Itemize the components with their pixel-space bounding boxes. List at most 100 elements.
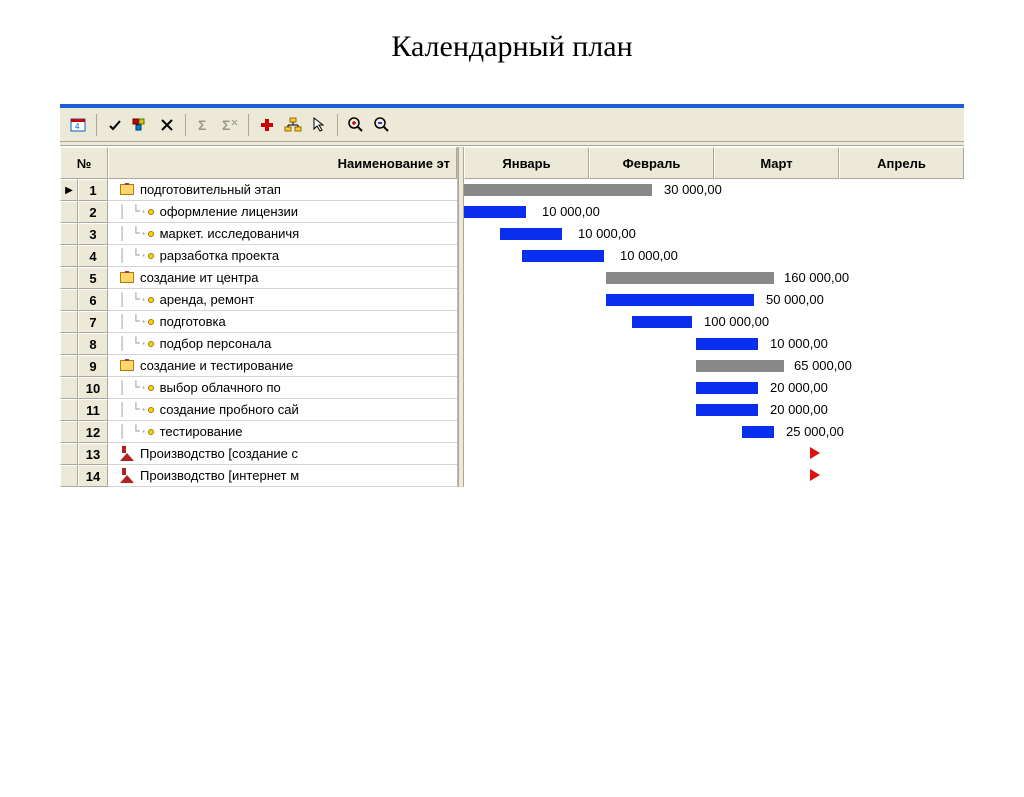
gantt-bar[interactable]: [696, 382, 758, 394]
row-selector[interactable]: ▶: [60, 179, 78, 201]
table-row[interactable]: ▶1подготовительный этап: [60, 179, 457, 201]
row-number: 2: [78, 201, 108, 223]
gantt-bar[interactable]: [606, 272, 774, 284]
table-row[interactable]: 6│└·аренда, ремонт: [60, 289, 457, 311]
check-button[interactable]: [103, 113, 127, 137]
table-row[interactable]: 14Производство [интернет м: [60, 465, 457, 487]
gantt-cost-label: 25 000,00: [786, 424, 844, 439]
calendar-button[interactable]: 4: [66, 113, 90, 137]
gantt-bar[interactable]: [606, 294, 754, 306]
gantt-row[interactable]: 50 000,00: [464, 289, 964, 311]
header-name[interactable]: Наименование эт: [108, 147, 457, 179]
gantt-row[interactable]: [464, 465, 964, 487]
zoom-in-button[interactable]: [344, 113, 368, 137]
task-dot-icon: [148, 319, 154, 325]
row-selector[interactable]: [60, 465, 78, 487]
gantt-row[interactable]: 20 000,00: [464, 377, 964, 399]
row-selector[interactable]: [60, 399, 78, 421]
row-name-cell[interactable]: │└·создание пробного сай: [108, 399, 457, 421]
month-header[interactable]: Февраль: [589, 147, 714, 179]
table-row[interactable]: 8│└·подбор персонала: [60, 333, 457, 355]
table-row[interactable]: 12│└·тестирование: [60, 421, 457, 443]
gantt-row[interactable]: 10 000,00: [464, 223, 964, 245]
row-name-cell[interactable]: Производство [интернет м: [108, 465, 457, 487]
gantt-bar[interactable]: [464, 206, 526, 218]
sum-remove-button[interactable]: Σ: [218, 113, 242, 137]
row-selector[interactable]: [60, 443, 78, 465]
table-row[interactable]: 11│└·создание пробного сай: [60, 399, 457, 421]
row-name-cell[interactable]: │└·подбор персонала: [108, 333, 457, 355]
gantt-bar[interactable]: [464, 184, 652, 196]
table-row[interactable]: 10│└·выбор облачного по: [60, 377, 457, 399]
gantt-row[interactable]: [464, 443, 964, 465]
table-row[interactable]: 4│└·рарзаботка проекта: [60, 245, 457, 267]
row-name-cell[interactable]: │└·оформление лицензии: [108, 201, 457, 223]
task-dot-icon: [148, 407, 154, 413]
row-number: 9: [78, 355, 108, 377]
gantt-bar[interactable]: [742, 426, 774, 438]
row-selector[interactable]: [60, 201, 78, 223]
add-button[interactable]: [255, 113, 279, 137]
gantt-row[interactable]: 160 000,00: [464, 267, 964, 289]
gantt-cost-label: 20 000,00: [770, 380, 828, 395]
table-row[interactable]: 13Производство [создание с: [60, 443, 457, 465]
table-row[interactable]: 7│└·подготовка: [60, 311, 457, 333]
table-row[interactable]: 5создание ит центра: [60, 267, 457, 289]
row-selector[interactable]: [60, 333, 78, 355]
row-name-cell[interactable]: │└·выбор облачного по: [108, 377, 457, 399]
row-name-cell[interactable]: │└·рарзаботка проекта: [108, 245, 457, 267]
gantt-row[interactable]: 25 000,00: [464, 421, 964, 443]
cursor-button[interactable]: [307, 113, 331, 137]
gantt-bar[interactable]: [500, 228, 562, 240]
header-num[interactable]: №: [60, 147, 108, 179]
row-name-cell[interactable]: │└·тестирование: [108, 421, 457, 443]
table-row[interactable]: 2│└·оформление лицензии: [60, 201, 457, 223]
zoom-out-button[interactable]: [370, 113, 394, 137]
task-name: тестирование: [160, 424, 243, 439]
row-selector[interactable]: [60, 267, 78, 289]
hierarchy-button[interactable]: [281, 113, 305, 137]
row-selector[interactable]: [60, 311, 78, 333]
row-selector[interactable]: [60, 421, 78, 443]
folder-icon: [120, 184, 134, 195]
app-window: 4 Σ Σ: [60, 104, 964, 487]
gantt-bar[interactable]: [696, 360, 784, 372]
task-name: создание ит центра: [140, 270, 258, 285]
table-row[interactable]: 3│└·маркет. исследованичя: [60, 223, 457, 245]
gantt-row[interactable]: 10 000,00: [464, 333, 964, 355]
gantt-bar[interactable]: [696, 404, 758, 416]
row-name-cell[interactable]: создание ит центра: [108, 267, 457, 289]
gantt-bar[interactable]: [522, 250, 604, 262]
gantt-bar[interactable]: [632, 316, 692, 328]
svg-text:Σ: Σ: [222, 117, 230, 133]
month-header[interactable]: Апрель: [839, 147, 964, 179]
svg-text:Σ: Σ: [198, 117, 206, 133]
row-number: 7: [78, 311, 108, 333]
row-selector[interactable]: [60, 355, 78, 377]
gantt-row[interactable]: 100 000,00: [464, 311, 964, 333]
row-name-cell[interactable]: Производство [создание с: [108, 443, 457, 465]
gantt-row[interactable]: 65 000,00: [464, 355, 964, 377]
task-name: рарзаботка проекта: [160, 248, 280, 263]
row-name-cell[interactable]: │└·подготовка: [108, 311, 457, 333]
gantt-row[interactable]: 20 000,00: [464, 399, 964, 421]
row-name-cell[interactable]: создание и тестирование: [108, 355, 457, 377]
blocks-button[interactable]: [129, 113, 153, 137]
gantt-row[interactable]: 10 000,00: [464, 201, 964, 223]
month-header[interactable]: Январь: [464, 147, 589, 179]
row-name-cell[interactable]: │└·маркет. исследованичя: [108, 223, 457, 245]
row-name-cell[interactable]: подготовительный этап: [108, 179, 457, 201]
gantt-row[interactable]: 10 000,00: [464, 245, 964, 267]
row-name-cell[interactable]: │└·аренда, ремонт: [108, 289, 457, 311]
delete-button[interactable]: [155, 113, 179, 137]
row-selector[interactable]: [60, 377, 78, 399]
sum-button[interactable]: Σ: [192, 113, 216, 137]
row-selector[interactable]: [60, 223, 78, 245]
row-selector[interactable]: [60, 289, 78, 311]
table-row[interactable]: 9создание и тестирование: [60, 355, 457, 377]
row-selector[interactable]: [60, 245, 78, 267]
gantt-bar[interactable]: [696, 338, 758, 350]
gantt-row[interactable]: 30 000,00: [464, 179, 964, 201]
task-dot-icon: [148, 231, 154, 237]
month-header[interactable]: Март: [714, 147, 839, 179]
